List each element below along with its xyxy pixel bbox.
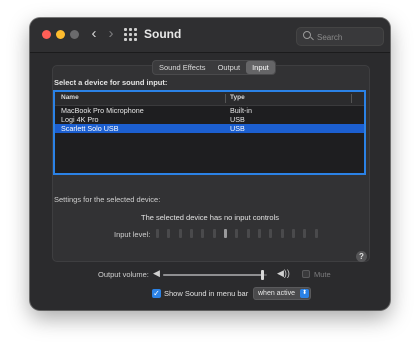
device-name: Scarlett Solo USB [61,124,119,133]
help-button[interactable]: ? [356,251,367,262]
show-all-grid-icon[interactable] [124,28,137,41]
input-level-segment [280,229,284,238]
show-in-menubar-checkbox[interactable]: ✓ [152,289,161,298]
input-level-segment [246,229,250,238]
search-field[interactable] [296,27,384,46]
input-level-segment [156,229,159,238]
table-row-selected[interactable]: Scarlett Solo USB USB [55,124,364,133]
show-in-menubar-label: Show Sound in menu bar [164,289,249,298]
tab-bar: Sound Effects Output Input [152,60,276,75]
input-level-segment [303,229,307,238]
table-header: Name Type [55,92,364,106]
search-icon [303,31,311,39]
input-level-segment [269,229,273,238]
title-bar: ‹ › Sound [30,18,390,53]
input-level-segment [178,229,182,238]
close-window-button[interactable] [42,30,51,39]
speaker-low-icon: ◀ [153,268,160,278]
system-preferences-window: ‹ › Sound Sound Effects Output Input Sel… [30,18,390,310]
input-level-segment [190,229,194,238]
tab-input[interactable]: Input [246,61,275,74]
device-type: Built-in [230,106,252,115]
tab-output[interactable]: Output [212,61,247,74]
minimize-window-button[interactable] [56,30,65,39]
column-divider [351,94,352,103]
volume-slider-fill [163,274,263,276]
input-level-segment [167,229,171,238]
zoom-window-button[interactable] [70,30,79,39]
input-level-segment [235,229,239,238]
settings-label: Settings for the selected device: [54,195,161,204]
table-row[interactable]: MacBook Pro Microphone Built-in [55,106,364,115]
column-header-type[interactable]: Type [230,94,245,101]
mute-label: Mute [314,270,331,279]
forward-button[interactable]: › [104,26,118,42]
input-level-segment [201,229,205,238]
speaker-high-icon: ◀)) [277,268,290,278]
column-divider [225,94,226,103]
input-device-table[interactable]: Name Type MacBook Pro Microphone Built-i… [53,90,366,175]
menubar-visibility-value: when active [258,290,295,297]
input-level-segment [314,229,318,238]
back-button[interactable]: ‹ [87,26,101,42]
column-header-name[interactable]: Name [61,94,79,101]
select-device-label: Select a device for sound input: [54,78,168,87]
device-type: USB [230,115,245,124]
table-row[interactable]: Logi 4K Pro USB [55,115,364,124]
volume-slider-thumb[interactable] [260,270,264,280]
window-title: Sound [144,27,182,41]
output-volume-slider[interactable] [163,270,267,280]
output-volume-label: Output volume: [98,270,149,279]
device-name: Logi 4K Pro [61,115,99,124]
menubar-visibility-popup[interactable]: when active ⬍ [253,287,311,300]
input-level-segment [292,229,296,238]
chevron-updown-icon: ⬍ [300,289,309,298]
input-level-segment [212,229,216,238]
search-input[interactable] [315,29,383,45]
input-level-segment [258,229,262,238]
input-level-meter [156,229,318,238]
input-level-label: Input level: [114,230,151,239]
device-type: USB [230,124,245,133]
mute-checkbox[interactable] [302,270,310,278]
device-name: MacBook Pro Microphone [61,106,144,115]
no-input-controls-message: The selected device has no input control… [141,213,279,222]
input-level-segment [224,229,228,238]
tab-sound-effects[interactable]: Sound Effects [153,61,212,74]
